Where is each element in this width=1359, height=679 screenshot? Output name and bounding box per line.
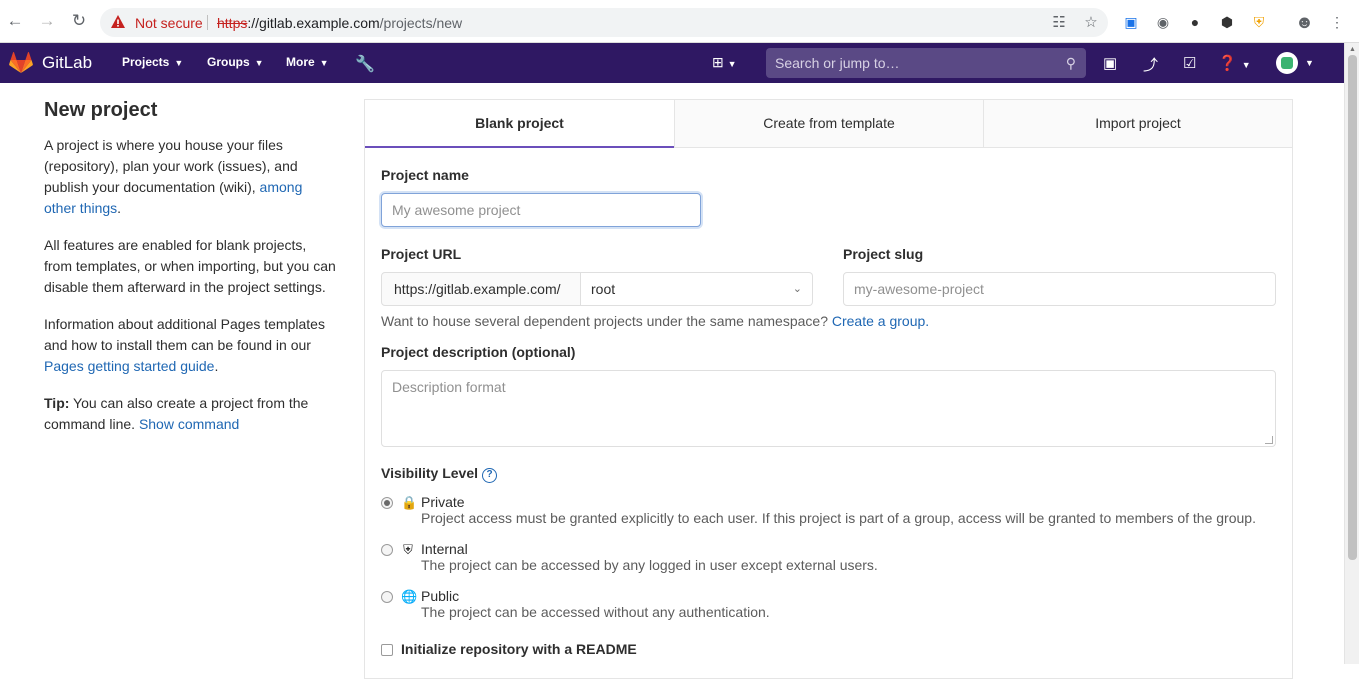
visibility-level-label: Visibility Level? [381,465,498,483]
address-bar[interactable]: Not secure https://gitlab.example.com/pr… [100,8,1108,37]
project-description-textarea[interactable]: Description format [381,370,1276,447]
project-url-label: Project URL [381,246,462,262]
more-menu[interactable]: More ▼ [286,55,329,69]
visibility-internal-desc: The project can be accessed by any logge… [421,557,878,573]
extension-dots-icon[interactable]: ● [1186,13,1204,31]
page-scrollbar[interactable]: ▲ [1344,43,1359,664]
camera-icon[interactable]: ◉ [1154,13,1172,31]
project-tabs: Blank project Create from template Impor… [365,100,1292,148]
resize-grip-icon[interactable] [1265,436,1273,444]
readme-label[interactable]: Initialize repository with a README [401,641,637,657]
avatar[interactable] [1276,52,1298,74]
intro-paragraph: A project is where you house your files … [44,137,303,216]
search-input[interactable]: Search or jump to… ⚲ [766,48,1086,78]
back-icon[interactable]: ← [5,11,25,31]
page-title: New project [44,99,158,121]
browser-menu-icon[interactable]: ⋮ [1328,13,1346,31]
create-group-link[interactable]: Create a group. [832,313,929,329]
chevron-down-icon[interactable]: ▼ [1305,58,1314,68]
extension-shield-icon[interactable]: ⛨ [1250,13,1268,31]
project-name-label: Project name [381,167,469,183]
pages-paragraph: Information about additional Pages templ… [44,316,325,374]
url-separator [207,15,208,30]
groups-menu[interactable]: Groups ▼ [207,55,264,69]
show-command-link[interactable]: Show command [139,416,239,432]
help-icon[interactable]: ❓ ▼ [1218,54,1251,72]
star-icon[interactable]: ☆ [1082,14,1100,32]
project-info-sidebar: New project A project is where you house… [44,99,336,451]
visibility-internal-radio[interactable] [381,544,393,556]
pages-guide-link[interactable]: Pages getting started guide [44,358,214,374]
projects-menu[interactable]: Projects ▼ [122,55,183,69]
chevron-down-icon: ⌄ [792,283,802,295]
visibility-private-radio[interactable] [381,497,393,509]
visibility-public-desc: The project can be accessed without any … [421,604,770,620]
warning-icon [111,15,125,28]
translate-icon[interactable]: ☷ [1050,14,1068,32]
todos-icon[interactable]: ☑ [1183,54,1196,72]
forward-icon[interactable]: → [37,11,57,31]
new-dropdown-icon[interactable]: ⊞ ▼ [712,54,737,71]
lock-icon: 🔒 [401,495,418,510]
extension-s-icon[interactable]: ▣ [1122,13,1140,31]
project-slug-input[interactable] [843,272,1276,306]
gitlab-logo-icon[interactable] [9,52,33,74]
group-help-text: Want to house several dependent projects… [381,313,930,329]
tab-blank-project[interactable]: Blank project [365,100,674,148]
search-icon: ⚲ [1065,55,1076,71]
shield-icon: ⛨ [403,542,413,557]
globe-icon: 🌐 [401,589,418,604]
chevron-down-icon: ▼ [174,58,184,68]
project-name-input[interactable] [381,193,701,227]
url-text[interactable]: https://gitlab.example.com/projects/new [217,15,462,31]
not-secure-label[interactable]: Not secure [135,15,203,31]
extension-hex-icon[interactable]: ⬢ [1218,13,1236,31]
project-description-label: Project description (optional) [381,344,576,360]
tab-create-from-template[interactable]: Create from template [674,100,983,148]
gitlab-navbar: GitLab Projects ▼ Groups ▼ More ▼ 🔧 ⊞ ▼ Sea… [0,43,1344,83]
reload-icon[interactable]: ↻ [69,11,89,31]
readme-checkbox[interactable] [381,644,393,656]
visibility-private-title: 🔒 Private [401,494,465,510]
admin-wrench-icon[interactable]: 🔧 [355,54,375,74]
issues-icon[interactable]: ▣ [1103,54,1117,72]
gitlab-brand[interactable]: GitLab [42,53,92,73]
profile-icon[interactable]: ☻ [1295,13,1314,31]
visibility-private-desc: Project access must be granted explicitl… [421,510,1256,526]
chevron-down-icon: ▼ [319,58,329,68]
namespace-select[interactable]: root ⌄ [581,272,813,306]
browser-toolbar: ← → ↻ Not secure https://gitlab.example.… [0,0,1359,43]
tip-paragraph: Tip: You can also create a project from … [44,395,309,432]
features-paragraph: All features are enabled for blank proje… [44,237,336,295]
tab-import-project[interactable]: Import project [983,100,1292,148]
scrollbar-thumb[interactable] [1348,55,1357,560]
help-question-icon[interactable]: ? [482,468,498,483]
scroll-up-icon[interactable]: ▲ [1349,46,1356,53]
chevron-down-icon: ▼ [254,58,264,68]
visibility-internal-title: ⛨ Internal [401,541,468,558]
visibility-public-radio[interactable] [381,591,393,603]
merge-requests-icon[interactable]: ⤴ [1143,54,1158,75]
new-project-panel: Blank project Create from template Impor… [364,99,1293,679]
project-url-prefix: https://gitlab.example.com/ [381,272,581,306]
project-slug-label: Project slug [843,246,924,262]
visibility-public-title: 🌐 Public [401,588,460,604]
